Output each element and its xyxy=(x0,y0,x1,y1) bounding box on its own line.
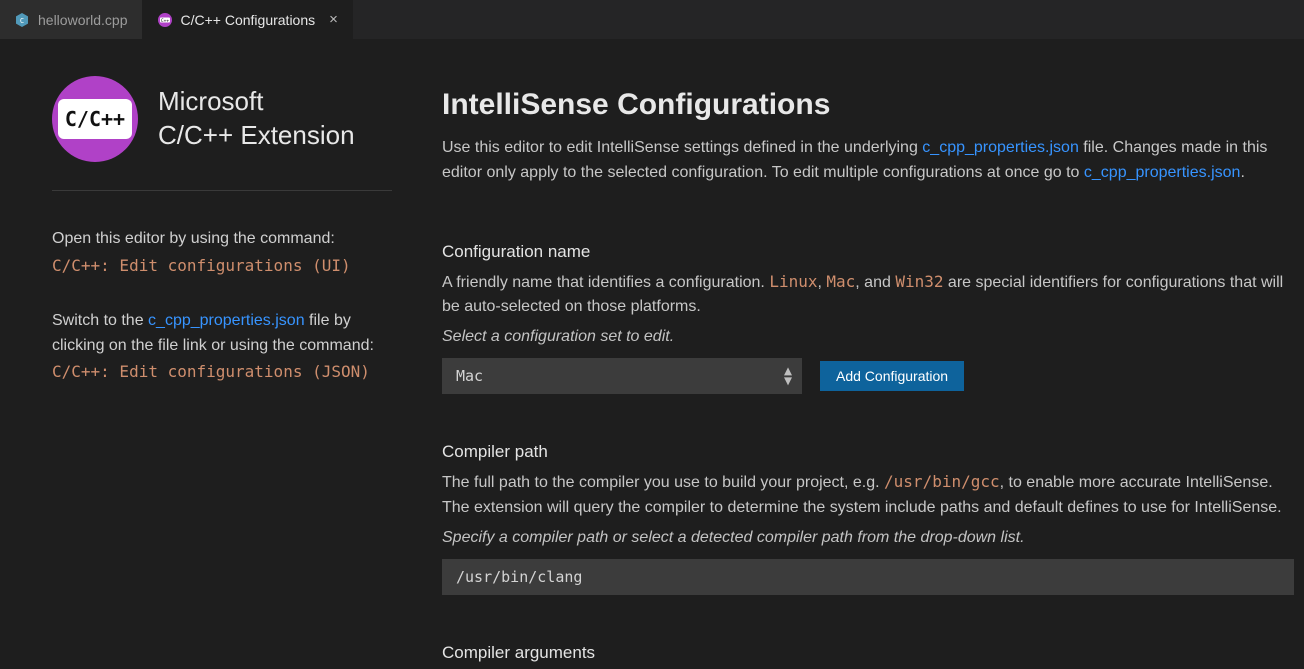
svg-text:C: C xyxy=(20,17,24,25)
open-editor-paragraph: Open this editor by using the command: xyxy=(52,227,392,252)
tab-label: helloworld.cpp xyxy=(38,12,128,28)
section-title: Compiler path xyxy=(442,442,1294,462)
switch-para-pre: Switch to the xyxy=(52,312,148,329)
desc-pre: A friendly name that identifies a config… xyxy=(442,274,769,291)
special-id-mac: Mac xyxy=(826,272,855,291)
c-cpp-properties-link[interactable]: c_cpp_properties.json xyxy=(922,139,1079,156)
special-id-win32: Win32 xyxy=(895,272,943,291)
configuration-select[interactable]: Mac xyxy=(442,358,802,394)
page-lead: Use this editor to edit IntelliSense set… xyxy=(442,136,1294,186)
section-compiler-path: Compiler path The full path to the compi… xyxy=(442,442,1294,595)
section-description: A friendly name that identifies a config… xyxy=(442,270,1294,321)
section-configuration-name: Configuration name A friendly name that … xyxy=(442,242,1294,395)
c-cpp-properties-link[interactable]: c_cpp_properties.json xyxy=(148,312,305,329)
page-title: IntelliSense Configurations xyxy=(442,88,1294,122)
extension-title: Microsoft C/C++ Extension xyxy=(158,85,355,153)
divider xyxy=(52,190,392,191)
svg-text:C++: C++ xyxy=(160,18,168,24)
compiler-path-example: /usr/bin/gcc xyxy=(884,472,1000,491)
open-editor-command: C/C++: Edit configurations (UI) xyxy=(52,256,392,275)
extension-title-line1: Microsoft xyxy=(158,85,355,119)
extension-tab-icon: C++ xyxy=(157,12,173,28)
add-configuration-button[interactable]: Add Configuration xyxy=(820,361,964,391)
cpp-file-icon: C xyxy=(14,12,30,28)
sidebar: C/C++ Microsoft C/C++ Extension Open thi… xyxy=(0,40,420,669)
tab-label: C/C++ Configurations xyxy=(181,12,316,28)
tab-helloworld[interactable]: C helloworld.cpp xyxy=(0,0,143,39)
extension-logo-text: C/C++ xyxy=(58,99,132,139)
lead-post: . xyxy=(1240,164,1244,181)
extension-logo: C/C++ xyxy=(52,76,138,162)
extension-header: C/C++ Microsoft C/C++ Extension xyxy=(52,76,392,162)
comma-and: , and xyxy=(855,274,895,291)
tab-bar: C helloworld.cpp C++ C/C++ Configuration… xyxy=(0,0,1304,40)
section-hint: Specify a compiler path or select a dete… xyxy=(442,529,1294,547)
tab-cpp-configurations[interactable]: C++ C/C++ Configurations × xyxy=(143,0,353,39)
section-title: Compiler arguments xyxy=(442,643,1294,663)
configuration-select-wrap: Mac ▴▾ xyxy=(442,358,802,394)
main-panel: IntelliSense Configurations Use this edi… xyxy=(420,40,1304,669)
extension-title-line2: C/C++ Extension xyxy=(158,119,355,153)
lead-pre: Use this editor to edit IntelliSense set… xyxy=(442,139,922,156)
c-cpp-properties-link[interactable]: c_cpp_properties.json xyxy=(1084,164,1241,181)
section-description: The full path to the compiler you use to… xyxy=(442,470,1294,521)
section-hint: Select a configuration set to edit. xyxy=(442,328,1294,346)
compiler-path-input[interactable] xyxy=(442,559,1294,595)
switch-command: C/C++: Edit configurations (JSON) xyxy=(52,362,392,381)
desc-pre: The full path to the compiler you use to… xyxy=(442,474,884,491)
section-compiler-arguments: Compiler arguments Compiler arguments to… xyxy=(442,643,1294,669)
switch-paragraph: Switch to the c_cpp_properties.json file… xyxy=(52,309,392,359)
special-id-linux: Linux xyxy=(769,272,817,291)
section-title: Configuration name xyxy=(442,242,1294,262)
close-icon[interactable]: × xyxy=(329,12,338,27)
